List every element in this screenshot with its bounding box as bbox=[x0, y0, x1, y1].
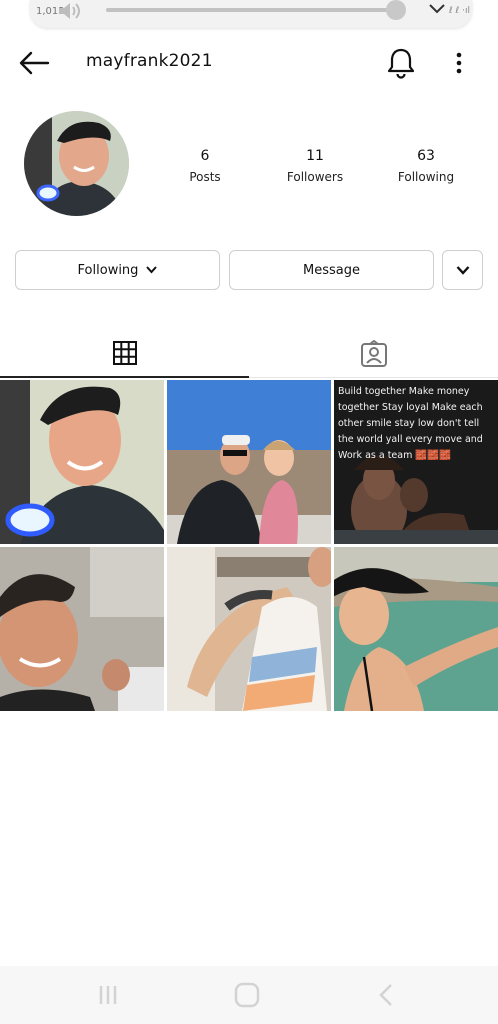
post-image bbox=[167, 547, 331, 711]
following-button-label: Following bbox=[77, 262, 139, 278]
post-tile[interactable] bbox=[167, 547, 331, 711]
post-image bbox=[167, 380, 331, 544]
message-button[interactable]: Message bbox=[229, 250, 434, 290]
message-button-label: Message bbox=[303, 262, 360, 278]
stat-following[interactable]: 63 Following bbox=[386, 148, 466, 184]
recent-apps-icon[interactable] bbox=[93, 982, 123, 1008]
profile-avatar[interactable] bbox=[24, 111, 129, 216]
username-title: mayfrank2021 bbox=[86, 51, 213, 71]
following-button[interactable]: Following bbox=[15, 250, 220, 290]
volume-slider-fill bbox=[106, 8, 397, 12]
posts-label: Posts bbox=[189, 170, 221, 184]
stat-followers[interactable]: 11 Followers bbox=[275, 148, 355, 184]
chevron-down-icon bbox=[146, 266, 158, 274]
stat-posts[interactable]: 6 Posts bbox=[165, 148, 245, 184]
chevron-down-icon[interactable] bbox=[428, 1, 446, 17]
volume-slider[interactable] bbox=[106, 0, 407, 20]
posts-count: 6 bbox=[200, 148, 210, 164]
following-label: Following bbox=[397, 170, 455, 184]
post-tile[interactable] bbox=[167, 380, 331, 544]
tab-tagged[interactable] bbox=[249, 330, 498, 378]
post-tile[interactable] bbox=[0, 380, 164, 544]
volume-overlay: 1,012 ℓ ℓ ·ıl bbox=[30, 0, 472, 28]
post-tile[interactable] bbox=[334, 547, 498, 711]
back-icon[interactable] bbox=[372, 982, 402, 1008]
status-signal: ℓ ℓ ·ıl bbox=[448, 6, 470, 16]
post-tile-quote[interactable]: Build together Make money together Stay … bbox=[334, 380, 498, 544]
post-tile[interactable] bbox=[0, 547, 164, 711]
tagged-person-icon bbox=[360, 339, 387, 367]
post-quote-text: Build together Make money together Stay … bbox=[338, 386, 483, 461]
following-count: 63 bbox=[417, 148, 435, 164]
grid-icon bbox=[112, 341, 137, 365]
post-image bbox=[0, 380, 164, 544]
post-image bbox=[0, 547, 164, 711]
followers-label: Followers bbox=[286, 170, 344, 184]
system-nav-bar bbox=[0, 966, 498, 1024]
profile-tabs bbox=[0, 330, 498, 378]
bell-icon[interactable] bbox=[386, 47, 416, 79]
home-icon[interactable] bbox=[232, 982, 262, 1008]
more-vertical-icon[interactable] bbox=[450, 49, 468, 77]
post-image bbox=[334, 547, 498, 711]
profile-header: mayfrank2021 bbox=[0, 40, 498, 86]
arrow-left-icon[interactable] bbox=[18, 50, 50, 76]
volume-slider-thumb[interactable] bbox=[386, 0, 407, 20]
chevron-down-icon bbox=[456, 266, 469, 275]
suggested-dropdown-button[interactable] bbox=[442, 250, 483, 290]
posts-grid: Build together Make money together Stay … bbox=[0, 380, 498, 711]
speaker-icon[interactable] bbox=[56, 0, 82, 22]
followers-count: 11 bbox=[306, 148, 324, 164]
tab-grid[interactable] bbox=[0, 330, 249, 378]
